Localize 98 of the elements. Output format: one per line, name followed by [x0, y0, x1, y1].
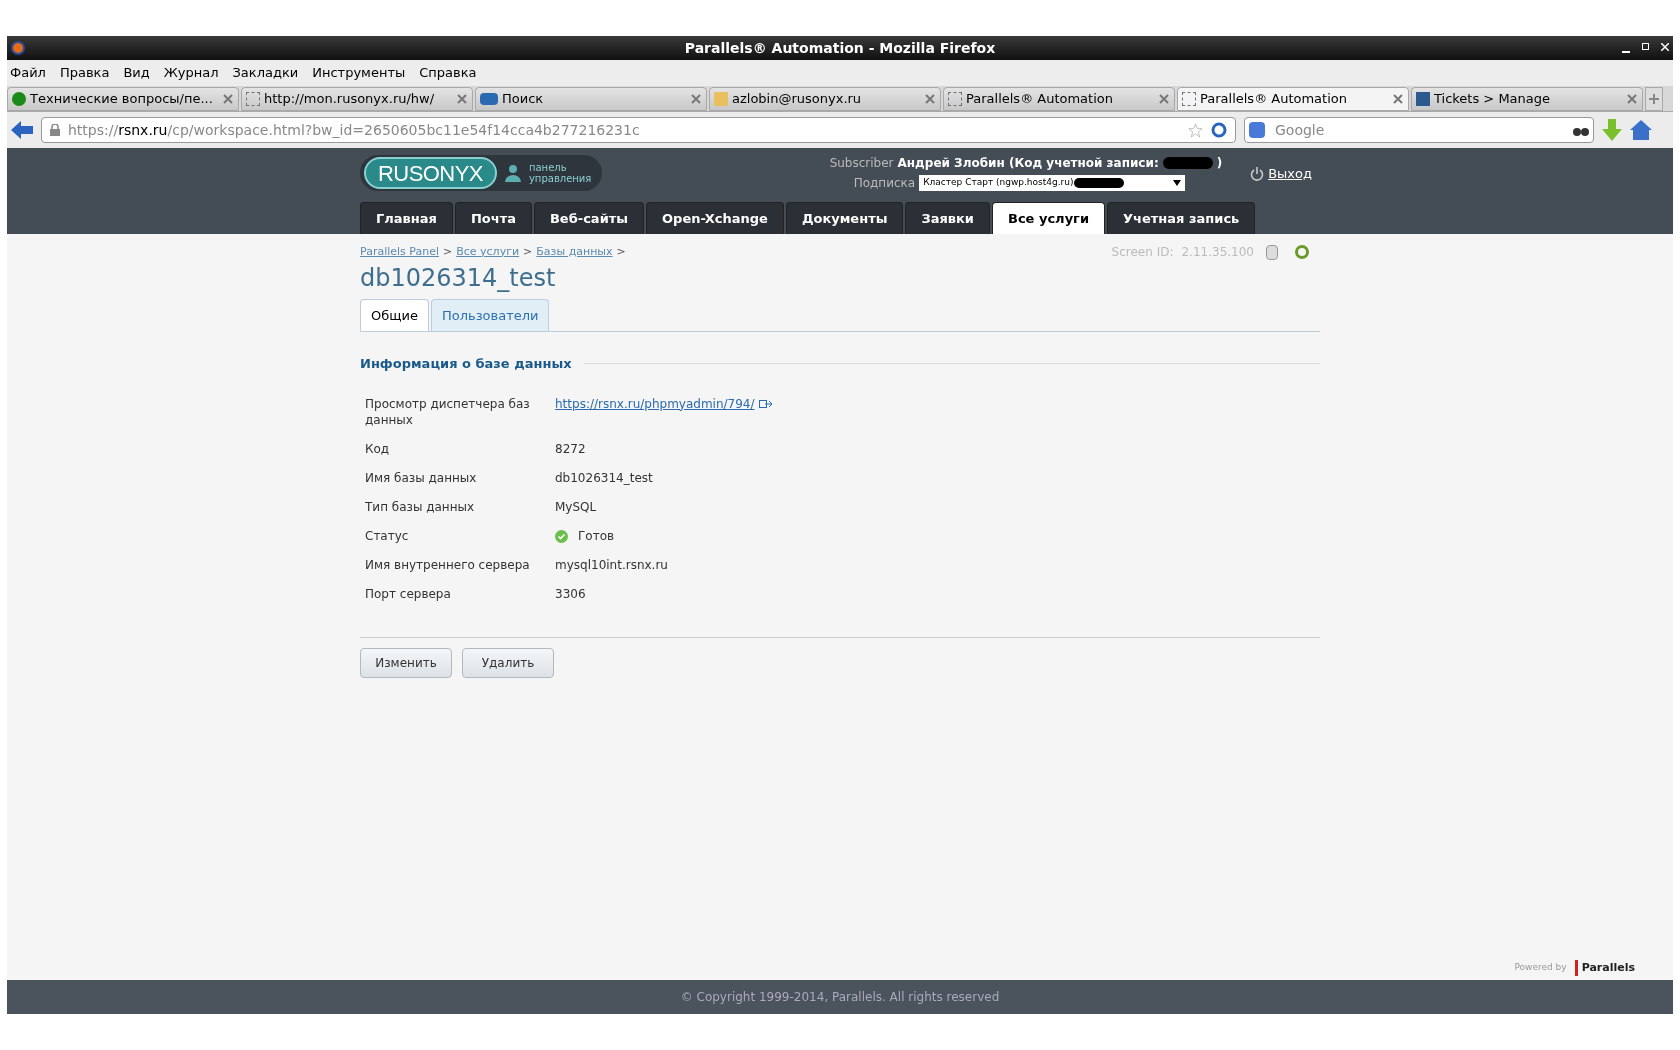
browser-tab[interactable]: http://mon.rusonyx.ru/hw/: [241, 87, 473, 111]
window-title: Parallels® Automation - Mozilla Firefox: [684, 38, 996, 58]
browser-icon: [11, 41, 25, 55]
status-value: Готов: [578, 527, 615, 544]
search-engine-icon[interactable]: [1249, 122, 1265, 138]
field-label: Имя базы данных: [365, 469, 478, 486]
powered-by-label: Powered by: [1514, 961, 1567, 974]
dropdown-arrow-icon: [1173, 180, 1182, 186]
breadcrumb-link[interactable]: Parallels Panel: [360, 243, 439, 261]
browser-tab[interactable]: azlobin@rusonyx.ru: [709, 87, 941, 111]
logo: RUSONYX: [364, 157, 497, 189]
panel-label: панель управления: [528, 162, 593, 184]
browser-tab[interactable]: Parallels® Automation: [943, 87, 1175, 111]
subscriber-name-end: ): [1216, 155, 1223, 172]
tab-label: azlobin@rusonyx.ru: [732, 90, 863, 109]
copyright-text: © Copyright 1999-2014, Parallels. All rights reserved: [680, 989, 1000, 1006]
nav-tab[interactable]: Почта: [454, 202, 532, 234]
field-label: Имя внутреннего сервера: [365, 556, 531, 573]
parallels-logo: Parallels: [1574, 959, 1635, 976]
nav-tab[interactable]: Все услуги: [992, 202, 1106, 234]
menu-item[interactable]: Инструменты: [312, 63, 406, 83]
action-button[interactable]: Изменить: [360, 647, 452, 678]
field-label: Просмотр диспетчера баз данных: [365, 395, 531, 428]
check-circle-icon: [555, 529, 568, 543]
site-icon: [12, 92, 26, 106]
download-arrow-icon[interactable]: [1602, 119, 1622, 141]
subscription-select[interactable]: Кластер Старт (ngwp.host4g.ru): [919, 175, 1186, 191]
phpmyadmin-link[interactable]: https://rsnx.ru/phpmyadmin/794/: [555, 395, 755, 412]
address-bar[interactable]: https://rsnx.ru/cp/workspace.html?bw_id=2650605bc11e54f14cca4b277216231c: [41, 117, 1236, 143]
field-label: Тип базы данных: [365, 498, 476, 515]
menu-item[interactable]: Правка: [59, 63, 110, 83]
field-value: db1026314_test: [555, 469, 653, 486]
site-icon: [1416, 92, 1430, 106]
tab-label: Tickets > Manage: [1434, 90, 1552, 109]
menu-item[interactable]: Вид: [123, 63, 150, 83]
subscription-label: Подписка: [853, 175, 916, 192]
user-icon: [504, 164, 521, 182]
browser-tab[interactable]: Tickets > Manage: [1411, 87, 1643, 111]
browser-tab[interactable]: Поиск: [475, 87, 707, 111]
breadcrumb-separator: >: [443, 243, 453, 260]
browser-tab[interactable]: Parallels® Automation: [1177, 87, 1409, 111]
logout-link[interactable]: Выход: [1268, 164, 1312, 184]
search-field[interactable]: Google: [1244, 117, 1594, 143]
page-tab[interactable]: Пользователи: [430, 299, 550, 331]
redaction-mark: [1073, 178, 1124, 188]
field-label: Порт сервера: [365, 585, 452, 602]
home-icon[interactable]: [1630, 120, 1652, 140]
page-icon: [246, 92, 260, 106]
bookmark-star-icon[interactable]: [1188, 122, 1203, 138]
menu-item[interactable]: Файл: [10, 63, 46, 83]
site-icon: [480, 93, 498, 105]
subscriber-name: Андрей Злобин (Код учетной записи:: [897, 155, 1159, 172]
action-button[interactable]: Удалить: [462, 647, 554, 678]
page-title: db1026314_test: [360, 263, 557, 293]
lock-icon: [50, 124, 60, 136]
refresh-icon[interactable]: [1294, 244, 1310, 260]
field-label: Код: [365, 440, 391, 457]
screen-id-value: 2.11.35.100: [1181, 244, 1254, 261]
tab-label: Parallels® Automation: [1200, 90, 1348, 109]
menu-item[interactable]: Закладки: [232, 63, 299, 83]
breadcrumb-link[interactable]: Все услуги: [456, 243, 520, 261]
nav-tab[interactable]: Главная: [360, 202, 453, 234]
document-icon[interactable]: [1266, 244, 1278, 260]
field-value: mysql10int.rsnx.ru: [555, 556, 668, 573]
breadcrumb-separator: >: [523, 243, 533, 260]
subscriber-label: Subscriber: [829, 155, 894, 172]
nav-tab[interactable]: Учетная запись: [1107, 202, 1256, 234]
menu-item[interactable]: Журнал: [163, 63, 219, 83]
tab-label: http://mon.rusonyx.ru/hw/: [264, 90, 436, 109]
redaction-mark: [1162, 157, 1213, 169]
page-icon: [948, 92, 962, 106]
tab-label: Parallels® Automation: [966, 90, 1114, 109]
section-title: Информация о базе данных: [360, 355, 572, 373]
field-label: Статус: [365, 527, 410, 544]
nav-tab[interactable]: Заявки: [905, 202, 990, 234]
back-arrow-icon[interactable]: [11, 121, 33, 139]
external-link-icon[interactable]: [758, 399, 773, 408]
nav-tab[interactable]: Open-Xchange: [646, 202, 784, 234]
field-value: 8272: [555, 440, 586, 457]
power-icon[interactable]: [1250, 166, 1265, 181]
menu-item[interactable]: Справка: [419, 63, 477, 83]
nav-tab[interactable]: Документы: [785, 202, 904, 234]
page-tab[interactable]: Общие: [360, 299, 429, 331]
site-icon: [714, 92, 728, 106]
new-tab-icon[interactable]: [1645, 87, 1663, 111]
screen-id-label: Screen ID:: [1111, 244, 1174, 261]
browser-tab[interactable]: Технические вопросы/пе...: [7, 87, 239, 111]
nav-tab[interactable]: Веб-сайты: [533, 202, 645, 234]
breadcrumb-link[interactable]: Базы данных: [536, 243, 613, 261]
field-value: 3306: [555, 585, 586, 602]
tab-label: Технические вопросы/пе...: [30, 90, 214, 109]
reload-icon[interactable]: [1211, 122, 1227, 138]
breadcrumb-separator: >: [616, 243, 626, 260]
maximize-icon[interactable]: [1642, 43, 1649, 50]
tab-label: Поиск: [502, 90, 545, 109]
url-text: https://rsnx.ru/cp/workspace.html?bw_id=2650605bc11e54f14cca4b277216231c: [68, 120, 640, 140]
page-icon: [1182, 92, 1196, 106]
field-value: MySQL: [555, 498, 597, 515]
